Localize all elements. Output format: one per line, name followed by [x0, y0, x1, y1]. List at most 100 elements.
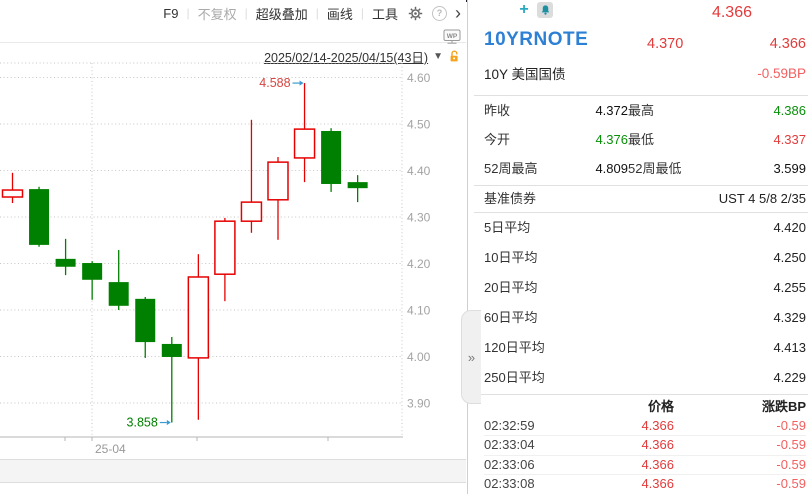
toolbar-tools-button[interactable]: 工具 [372, 4, 398, 23]
panel-collapse-tab[interactable]: » [461, 310, 481, 404]
tick-header-row: 价格 涨跌BP [484, 398, 806, 417]
y-axis-label: 4.50 [407, 118, 431, 132]
average-label: 5日平均 [484, 213, 530, 243]
chart-annotation: 4.588 [259, 76, 290, 90]
benchmark-row: 基准债券 UST 4 5/8 2/35 [484, 186, 806, 212]
chart-annotation: 3.858 [127, 416, 158, 430]
benchmark-value: UST 4 5/8 2/35 [719, 186, 806, 212]
stat-label: 昨收 [484, 96, 548, 125]
stats-row: 52周最高 4.809 52周最低 3.599 [484, 154, 806, 183]
average-value: 4.413 [773, 333, 806, 363]
stat-label: 今开 [484, 125, 548, 154]
candlestick-chart[interactable]: 4.60 4.50 4.40 4.30 4.20 4.10 4.00 3.90 25-04 4.5… [0, 60, 466, 460]
candle-body [188, 277, 208, 358]
candle-body [295, 129, 315, 158]
y-axis-label: 3.90 [407, 397, 431, 411]
quote-stats: 昨收 4.372 最高 4.386 今开 4.376 最低 4.337 52周最… [484, 96, 806, 183]
tick-list[interactable]: 价格 涨跌BP 02:32:59 4.366 -0.59 02:33:04 4.… [484, 398, 806, 494]
candle-body [56, 259, 76, 267]
tick-row: 02:33:04 4.366 -0.59 [484, 436, 806, 456]
tick-row: 02:33:06 4.366 -0.59 [484, 456, 806, 476]
stats-row: 昨收 4.372 最高 4.386 [484, 96, 806, 125]
stat-value: 4.376 [548, 125, 628, 154]
chart-panel: F9 | 不复权 | 超级叠加 | 画线 | 工具 [0, 0, 466, 494]
x-axis-label: 25-04 [95, 442, 126, 456]
candle-body [348, 182, 368, 188]
average-row: 60日平均 4.329 [484, 303, 806, 333]
candle-body [82, 263, 102, 280]
average-value: 4.329 [773, 303, 806, 333]
toolbar-divider [0, 42, 466, 43]
symbol-name[interactable]: 10YRNOTE [484, 29, 588, 51]
average-row: 5日平均 4.420 [484, 213, 806, 243]
quote-panel: + 4.366 10YRNOTE 4.370 4.366 10Y 美国国债 -0… [467, 0, 809, 494]
help-icon[interactable]: ? [432, 6, 447, 21]
divider [474, 394, 808, 395]
stats-row: 今开 4.376 最低 4.337 [484, 125, 806, 154]
svg-text:WP: WP [447, 33, 458, 40]
latest-price: 4.366 [712, 4, 752, 22]
stat-label: 最低 [628, 125, 706, 154]
toolbar-f9-button[interactable]: F9 [163, 6, 178, 21]
toolbar-no-adjust-button[interactable]: 不复权 [198, 4, 237, 23]
candle-body [29, 189, 49, 245]
tick-row: 02:32:59 4.366 -0.59 [484, 417, 806, 437]
y-axis-label: 4.20 [407, 257, 431, 271]
average-value: 4.229 [773, 363, 806, 393]
y-axis-label: 4.40 [407, 164, 431, 178]
stat-value: 4.337 [706, 125, 806, 154]
benchmark-label: 基准债券 [484, 186, 536, 212]
annotation-arrowhead [300, 80, 304, 85]
stat-value: 3.599 [706, 154, 806, 183]
y-axis-label: 4.10 [407, 304, 431, 318]
toolbar-separator: | [245, 6, 248, 20]
y-axis-label: 4.30 [407, 211, 431, 225]
candle-body [109, 282, 129, 306]
stat-value: 4.809 [548, 154, 628, 183]
double-chevron-right-icon: » [468, 350, 475, 365]
toolbar-super-overlay-button[interactable]: 超级叠加 [256, 4, 308, 23]
candle-body [268, 162, 288, 200]
last-price: 4.366 [770, 36, 806, 52]
tick-row: 02:33:08 4.366 -0.59 [484, 475, 806, 494]
stat-value: 4.386 [706, 96, 806, 125]
chart-toolbar: F9 | 不复权 | 超级叠加 | 画线 | 工具 [163, 3, 461, 23]
average-value: 4.420 [773, 213, 806, 243]
gear-icon[interactable] [406, 4, 424, 22]
toolbar-draw-line-button[interactable]: 画线 [327, 4, 353, 23]
y-axis-label: 4.00 [407, 350, 431, 364]
trading-app-window: F9 | 不复权 | 超级叠加 | 画线 | 工具 [0, 0, 809, 494]
toolbar-separator: | [316, 6, 319, 20]
bid-price: 4.370 [647, 36, 683, 52]
change-bp: -0.59BP [757, 66, 806, 81]
instrument-name: 10Y 美国国债 [484, 63, 566, 83]
average-label: 250日平均 [484, 363, 545, 393]
candle-body [162, 344, 182, 357]
toolbar-separator: | [361, 6, 364, 20]
average-label: 60日平均 [484, 303, 537, 333]
chart-bottom-bar [0, 459, 466, 483]
toolbar-separator: | [186, 6, 189, 20]
add-to-watchlist-button[interactable]: + [516, 1, 532, 19]
average-row: 120日平均 4.413 [484, 333, 806, 363]
average-label: 120日平均 [484, 333, 545, 363]
average-value: 4.250 [773, 243, 806, 273]
average-row: 20日平均 4.255 [484, 273, 806, 303]
chevron-right-icon[interactable]: › [455, 6, 461, 20]
candle-body [3, 190, 23, 197]
stat-label: 52周最高 [484, 154, 548, 183]
candle-body [321, 131, 341, 184]
average-label: 10日平均 [484, 243, 537, 273]
candle-body [215, 221, 235, 274]
stat-value: 4.372 [548, 96, 628, 125]
average-value: 4.255 [773, 273, 806, 303]
stat-label: 52周最低 [628, 154, 706, 183]
alert-bell-icon[interactable] [537, 2, 553, 18]
candle-body [241, 202, 261, 221]
moving-averages: 5日平均 4.420 10日平均 4.250 20日平均 4.255 60日平均… [484, 213, 806, 393]
annotation-arrowhead [167, 420, 171, 425]
y-axis-label: 4.60 [407, 71, 431, 85]
average-label: 20日平均 [484, 273, 537, 303]
stat-label: 最高 [628, 96, 706, 125]
tick-change-header: 涨跌BP [674, 398, 806, 417]
